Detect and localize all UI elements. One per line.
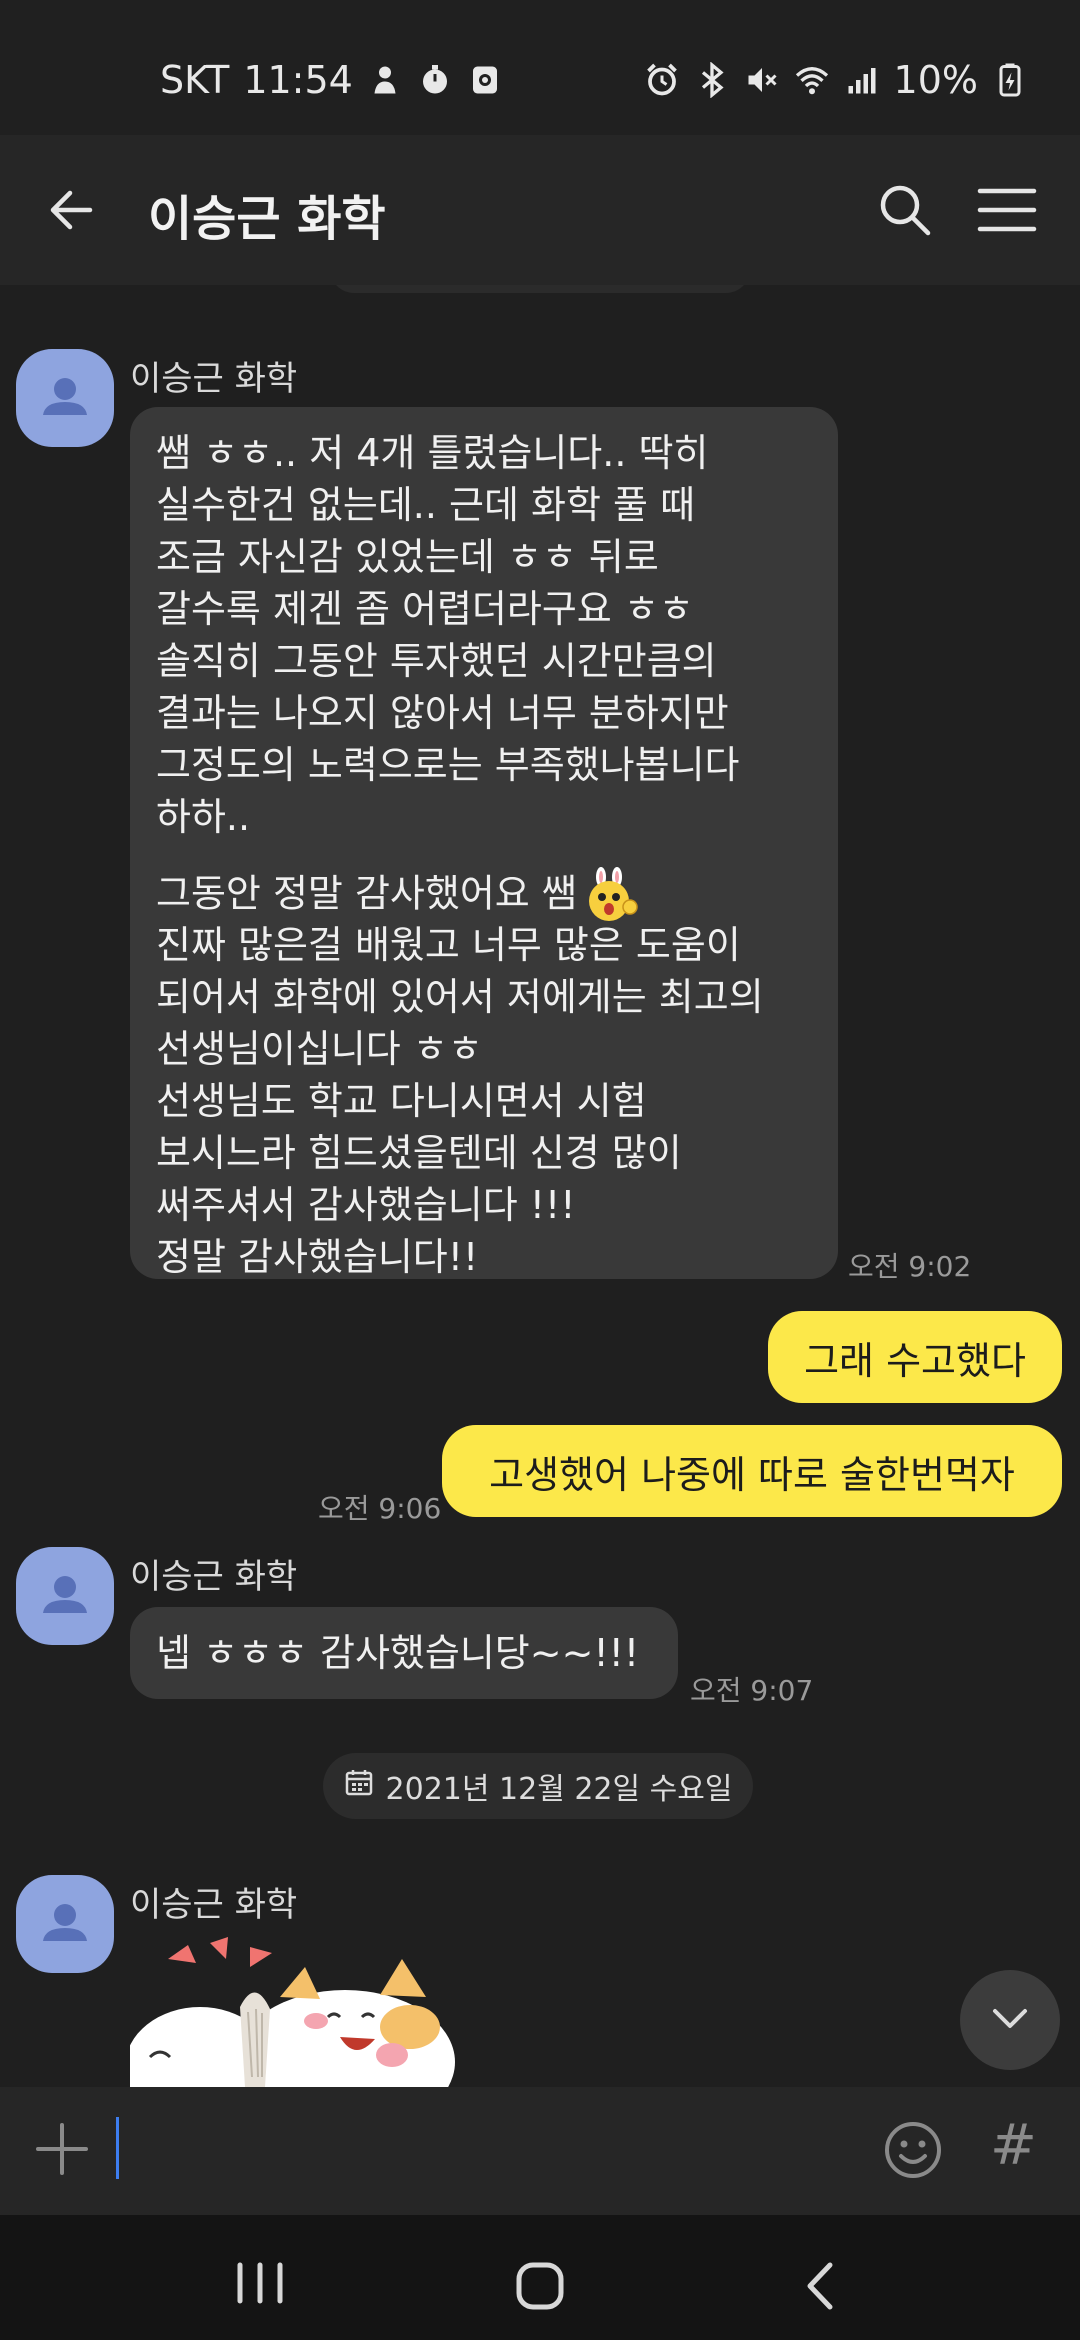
- person-icon: [367, 62, 403, 98]
- recent-apps-icon[interactable]: [225, 2253, 295, 2313]
- alarm-icon: [644, 62, 680, 98]
- signal-icon: [844, 62, 880, 98]
- camera-icon: [467, 62, 503, 98]
- status-right: 10%: [644, 58, 1028, 102]
- wifi-icon: [794, 62, 830, 98]
- timer-icon: [417, 62, 453, 98]
- message-line: 선생님이십니다 ㅎㅎ: [156, 1027, 483, 1071]
- chat-title: 이승근 화학: [148, 191, 386, 247]
- carrier-label: SKT: [160, 58, 230, 102]
- message-bubble-outgoing[interactable]: 고생했어 나중에 따로 술한번먹자: [442, 1425, 1062, 1517]
- cat-sticker[interactable]: [130, 1937, 470, 2087]
- message-line: 정말 감사했습니다!!: [156, 1235, 479, 1279]
- message-text: 그래 수고했다: [804, 1338, 1026, 1383]
- back-arrow-icon[interactable]: [40, 175, 110, 245]
- message-bubble[interactable]: 넵 ㅎㅎㅎ 감사했습니당~~!!!: [130, 1607, 678, 1699]
- message-bubble[interactable]: 쌤 ㅎㅎ.. 저 4개 틀렸습니다.. 딱히 실수한건 없는데.. 근데 화학 …: [130, 407, 838, 1279]
- calendar-icon: [344, 1767, 374, 1805]
- message-line: 그동안 정말 감사했어요 쌤: [156, 871, 577, 916]
- sender-name: 이승근 화학: [130, 1885, 298, 1925]
- avatar[interactable]: [16, 1875, 114, 1973]
- message-input[interactable]: [116, 2117, 119, 2179]
- message-line: 그정도의 노력으로는 부족했나봅니다: [156, 743, 740, 787]
- clock: 11:54: [243, 58, 353, 102]
- date-divider-label: 2021년 12월 22일 수요일: [385, 1772, 733, 1807]
- message-line: 결과는 나오지 않아서 너무 분하지만: [156, 691, 729, 735]
- message-line-with-emoji: 그동안 정말 감사했어요 쌤: [156, 867, 812, 921]
- message-timestamp: 오전 9:02: [848, 1250, 972, 1283]
- back-icon[interactable]: [790, 2251, 850, 2321]
- message-line: 선생님도 학교 다니시면서 시험: [156, 1079, 647, 1123]
- search-icon[interactable]: [870, 175, 940, 245]
- sender-name: 이승근 화학: [130, 359, 298, 399]
- rabbit-emoticon-icon: [581, 867, 639, 925]
- message-list[interactable]: 이승근 화학 쌤 ㅎㅎ.. 저 4개 틀렸습니다.. 딱히 실수한건 없는데..…: [0, 285, 1080, 2087]
- date-divider: 2021년 12월 22일 수요일: [323, 1753, 753, 1819]
- message-line: 조금 자신감 있었는데 ㅎㅎ 뒤로: [156, 535, 659, 579]
- chevron-down-icon: [985, 1993, 1035, 2047]
- message-line: 실수한건 없는데.. 근데 화학 풀 때: [156, 483, 696, 527]
- chat-header: 이승근 화학: [0, 135, 1080, 285]
- plus-icon[interactable]: [30, 2117, 94, 2181]
- emoji-icon[interactable]: [880, 2117, 946, 2183]
- previous-message-stub: [330, 285, 750, 293]
- message-line: 갈수록 제겐 좀 어렵더라구요 ㅎㅎ: [156, 587, 694, 631]
- message-bubble-outgoing[interactable]: 그래 수고했다: [768, 1311, 1062, 1403]
- status-left: SKT 11:54: [160, 58, 503, 102]
- bluetooth-icon: [694, 62, 730, 98]
- battery-charging-icon: [992, 62, 1028, 98]
- system-navigation-bar: [0, 2215, 1080, 2340]
- home-icon[interactable]: [505, 2251, 575, 2321]
- message-input-bar: #: [0, 2087, 1080, 2215]
- message-timestamp: 오전 9:07: [690, 1674, 814, 1707]
- scroll-to-bottom-button[interactable]: [960, 1970, 1060, 2070]
- mute-icon: [744, 62, 780, 98]
- battery-percent: 10%: [893, 58, 978, 102]
- message-line: 하하..: [156, 795, 251, 839]
- message-line: 되어서 화학에 있어서 저에게는 최고의: [156, 975, 764, 1019]
- message-line: 쌤 ㅎㅎ.. 저 4개 틀렸습니다.. 딱히: [156, 431, 709, 475]
- sender-name: 이승근 화학: [130, 1557, 298, 1597]
- message-timestamp: 오전 9:06: [318, 1492, 442, 1525]
- avatar[interactable]: [16, 1547, 114, 1645]
- avatar[interactable]: [16, 349, 114, 447]
- message-line: 진짜 많은걸 배웠고 너무 많은 도움이: [156, 923, 741, 967]
- status-bar: SKT 11:54 10%: [0, 0, 1080, 135]
- menu-icon[interactable]: [972, 175, 1042, 245]
- message-line: 넵 ㅎㅎㅎ 감사했습니당~~!!!: [156, 1631, 640, 1675]
- message-line: 써주셔서 감사했습니다 !!!: [156, 1183, 576, 1227]
- message-line: 보시느라 힘드셨을텐데 신경 많이: [156, 1131, 682, 1175]
- message-text: 고생했어 나중에 따로 술한번먹자: [489, 1452, 1015, 1497]
- message-line: 솔직히 그동안 투자했던 시간만큼의: [156, 639, 717, 683]
- hash-icon[interactable]: #: [990, 2113, 1046, 2183]
